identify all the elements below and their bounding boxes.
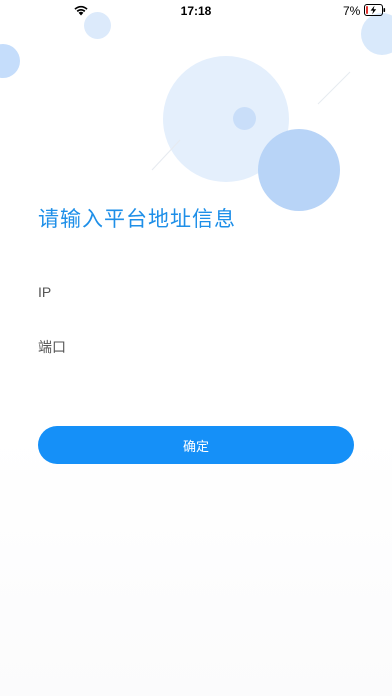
- login-screen: 17:18 7% 请输入平台地址信息 确定: [0, 0, 392, 696]
- confirm-button[interactable]: 确定: [38, 426, 354, 464]
- port-input[interactable]: [38, 330, 354, 366]
- status-bar: 17:18 7%: [0, 0, 392, 22]
- battery-charging-icon: [364, 4, 386, 16]
- battery-percent: 7%: [343, 4, 361, 18]
- ip-input[interactable]: [38, 274, 354, 310]
- status-time: 17:18: [180, 4, 212, 18]
- page-title: 请输入平台地址信息: [38, 207, 236, 231]
